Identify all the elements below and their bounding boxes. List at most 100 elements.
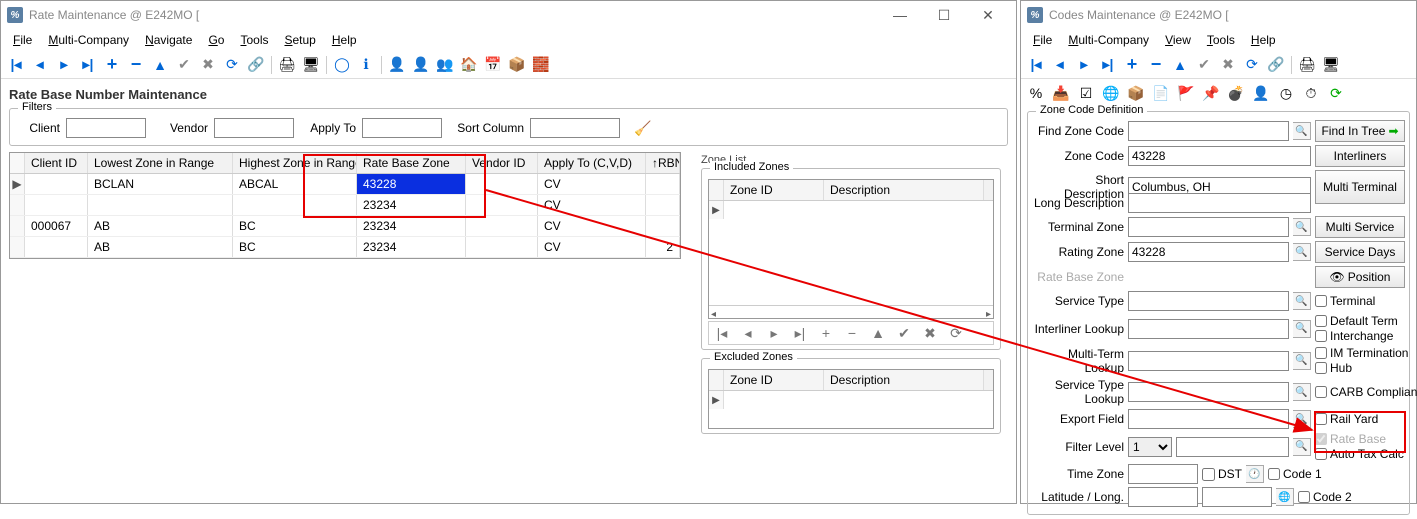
monitor-icon[interactable]: 🖥 xyxy=(1320,54,1342,76)
nav-next-icon[interactable]: ▸ xyxy=(1073,54,1095,76)
print-icon[interactable]: 🖨 xyxy=(276,54,298,76)
link-icon[interactable]: 🔗 xyxy=(1265,54,1287,76)
nav-next-icon[interactable]: ▸ xyxy=(761,322,787,344)
rating-zone-input[interactable] xyxy=(1128,242,1289,262)
multi-terminal-button[interactable]: Multi Terminal xyxy=(1315,170,1405,204)
lookup-icon[interactable]: 🔍 xyxy=(1293,438,1311,456)
remove-icon[interactable]: − xyxy=(1145,54,1167,76)
cancel-icon[interactable]: ✖ xyxy=(1217,54,1239,76)
dst-checkbox[interactable]: DST xyxy=(1202,467,1242,481)
box-icon[interactable]: 📦 xyxy=(506,54,528,76)
code1-checkbox[interactable]: Code 1 xyxy=(1268,467,1360,481)
im-termination-checkbox[interactable]: IM Termination xyxy=(1315,346,1407,360)
col-vendorid[interactable]: Vendor ID xyxy=(466,153,538,173)
wall-icon[interactable]: 🧱 xyxy=(530,54,552,76)
add-icon[interactable]: + xyxy=(813,322,839,344)
position-button[interactable]: 👁Position xyxy=(1315,266,1405,288)
menu-file[interactable]: File xyxy=(5,31,40,49)
menu-tools[interactable]: Tools xyxy=(1199,31,1243,49)
person2-icon[interactable]: 👤 xyxy=(410,54,432,76)
import-icon[interactable]: 📥 xyxy=(1050,82,1072,104)
nav-first-icon[interactable]: |◂ xyxy=(709,322,735,344)
menu-file[interactable]: File xyxy=(1025,31,1060,49)
pin-icon[interactable]: 📌 xyxy=(1200,82,1222,104)
long-desc-input[interactable] xyxy=(1128,193,1311,213)
vendor-input[interactable] xyxy=(214,118,294,138)
filter-level-select[interactable]: 1 xyxy=(1128,437,1172,457)
col-ratebase[interactable]: Rate Base Zone xyxy=(357,153,466,173)
clock-icon[interactable]: 🕐 xyxy=(1246,465,1264,483)
interliner-lookup-input[interactable] xyxy=(1128,319,1289,339)
sync-icon[interactable]: ⟳ xyxy=(1325,82,1347,104)
person-icon[interactable]: 👤 xyxy=(1250,82,1272,104)
menu-go[interactable]: Go xyxy=(200,31,232,49)
col-lowzone[interactable]: Lowest Zone in Range xyxy=(88,153,233,173)
menu-help[interactable]: Help xyxy=(1243,31,1284,49)
bomb-icon[interactable]: 💣 xyxy=(1225,82,1247,104)
house-icon[interactable]: 🏠 xyxy=(458,54,480,76)
latitude-input[interactable] xyxy=(1128,487,1198,507)
col-applyto[interactable]: Apply To (C,V,D) xyxy=(538,153,646,173)
filter-level-input[interactable] xyxy=(1176,437,1289,457)
globe-icon[interactable]: 🌐 xyxy=(1276,488,1294,506)
hub-checkbox[interactable]: Hub xyxy=(1315,361,1407,375)
flag-icon[interactable]: 🚩 xyxy=(1175,82,1197,104)
minimize-button[interactable]: — xyxy=(878,2,922,28)
nav-next-icon[interactable]: ▸ xyxy=(53,54,75,76)
terminal-checkbox[interactable]: Terminal xyxy=(1315,294,1407,308)
interliners-button[interactable]: Interliners xyxy=(1315,145,1405,167)
add-icon[interactable]: + xyxy=(1121,54,1143,76)
info-icon[interactable]: ℹ xyxy=(355,54,377,76)
multi-service-button[interactable]: Multi Service xyxy=(1315,216,1405,238)
lookup-icon[interactable]: 🔍 xyxy=(1293,218,1311,236)
autotax-checkbox[interactable]: Auto Tax Calc xyxy=(1315,447,1407,461)
monitor-icon[interactable]: 🖥 xyxy=(300,54,322,76)
terminal-zone-input[interactable] xyxy=(1128,217,1289,237)
edit-icon[interactable]: ▲ xyxy=(865,322,891,344)
lookup-icon[interactable]: 🔍 xyxy=(1293,122,1311,140)
confirm-icon[interactable]: ✔ xyxy=(891,322,917,344)
nav-first-icon[interactable]: |◂ xyxy=(1025,54,1047,76)
menu-setup[interactable]: Setup xyxy=(276,31,323,49)
refresh-icon[interactable]: ⟳ xyxy=(1241,54,1263,76)
code2-checkbox[interactable]: Code 2 xyxy=(1298,490,1390,504)
nav-last-icon[interactable]: ▸| xyxy=(1097,54,1119,76)
person3-icon[interactable]: 👥 xyxy=(434,54,456,76)
table-row[interactable]: 23234 CV xyxy=(10,195,680,216)
cancel-icon[interactable]: ✖ xyxy=(197,54,219,76)
close-button[interactable]: ✕ xyxy=(966,2,1010,28)
col-rbn[interactable]: ↑RBN xyxy=(646,153,680,173)
table-row[interactable]: ▶ BCLAN ABCAL 43228 CV xyxy=(10,174,680,195)
link-icon[interactable]: 🔗 xyxy=(245,54,267,76)
menu-multicompany[interactable]: Multi-Company xyxy=(40,31,137,49)
scrollbar[interactable]: ◂▸ xyxy=(709,305,993,322)
nav-prev-icon[interactable]: ◂ xyxy=(1049,54,1071,76)
refresh-icon[interactable]: ⟳ xyxy=(221,54,243,76)
timezone-input[interactable] xyxy=(1128,464,1198,484)
selected-ratebase-cell[interactable]: 43228 xyxy=(357,174,466,194)
lookup-icon[interactable]: 🔍 xyxy=(1293,292,1311,310)
lookup-icon[interactable]: 🔍 xyxy=(1293,243,1311,261)
print-icon[interactable]: 🖨 xyxy=(1296,54,1318,76)
nav-last-icon[interactable]: ▸| xyxy=(787,322,813,344)
col-clientid[interactable]: Client ID xyxy=(25,153,88,173)
confirm-icon[interactable]: ✔ xyxy=(1193,54,1215,76)
remove-icon[interactable]: − xyxy=(125,54,147,76)
refresh-icon[interactable]: ⟳ xyxy=(943,322,969,344)
person1-icon[interactable]: 👤 xyxy=(386,54,408,76)
servicetype-lookup-input[interactable] xyxy=(1128,382,1289,402)
menu-view[interactable]: View xyxy=(1157,31,1199,49)
col-description[interactable]: Description xyxy=(824,370,984,390)
maximize-button[interactable]: ☐ xyxy=(922,2,966,28)
percent-icon[interactable]: % xyxy=(1025,82,1047,104)
service-days-button[interactable]: Service Days xyxy=(1315,241,1405,263)
lookup-icon[interactable]: 🔍 xyxy=(1293,352,1311,370)
multiterm-lookup-input[interactable] xyxy=(1128,351,1289,371)
edit-icon[interactable]: ▲ xyxy=(1169,54,1191,76)
export-field-input[interactable] xyxy=(1128,409,1289,429)
lookup-icon[interactable]: 🔍 xyxy=(1293,320,1311,338)
col-zoneid[interactable]: Zone ID xyxy=(724,180,824,200)
edit-icon[interactable]: ▲ xyxy=(149,54,171,76)
col-zoneid[interactable]: Zone ID xyxy=(724,370,824,390)
service-type-input[interactable] xyxy=(1128,291,1289,311)
